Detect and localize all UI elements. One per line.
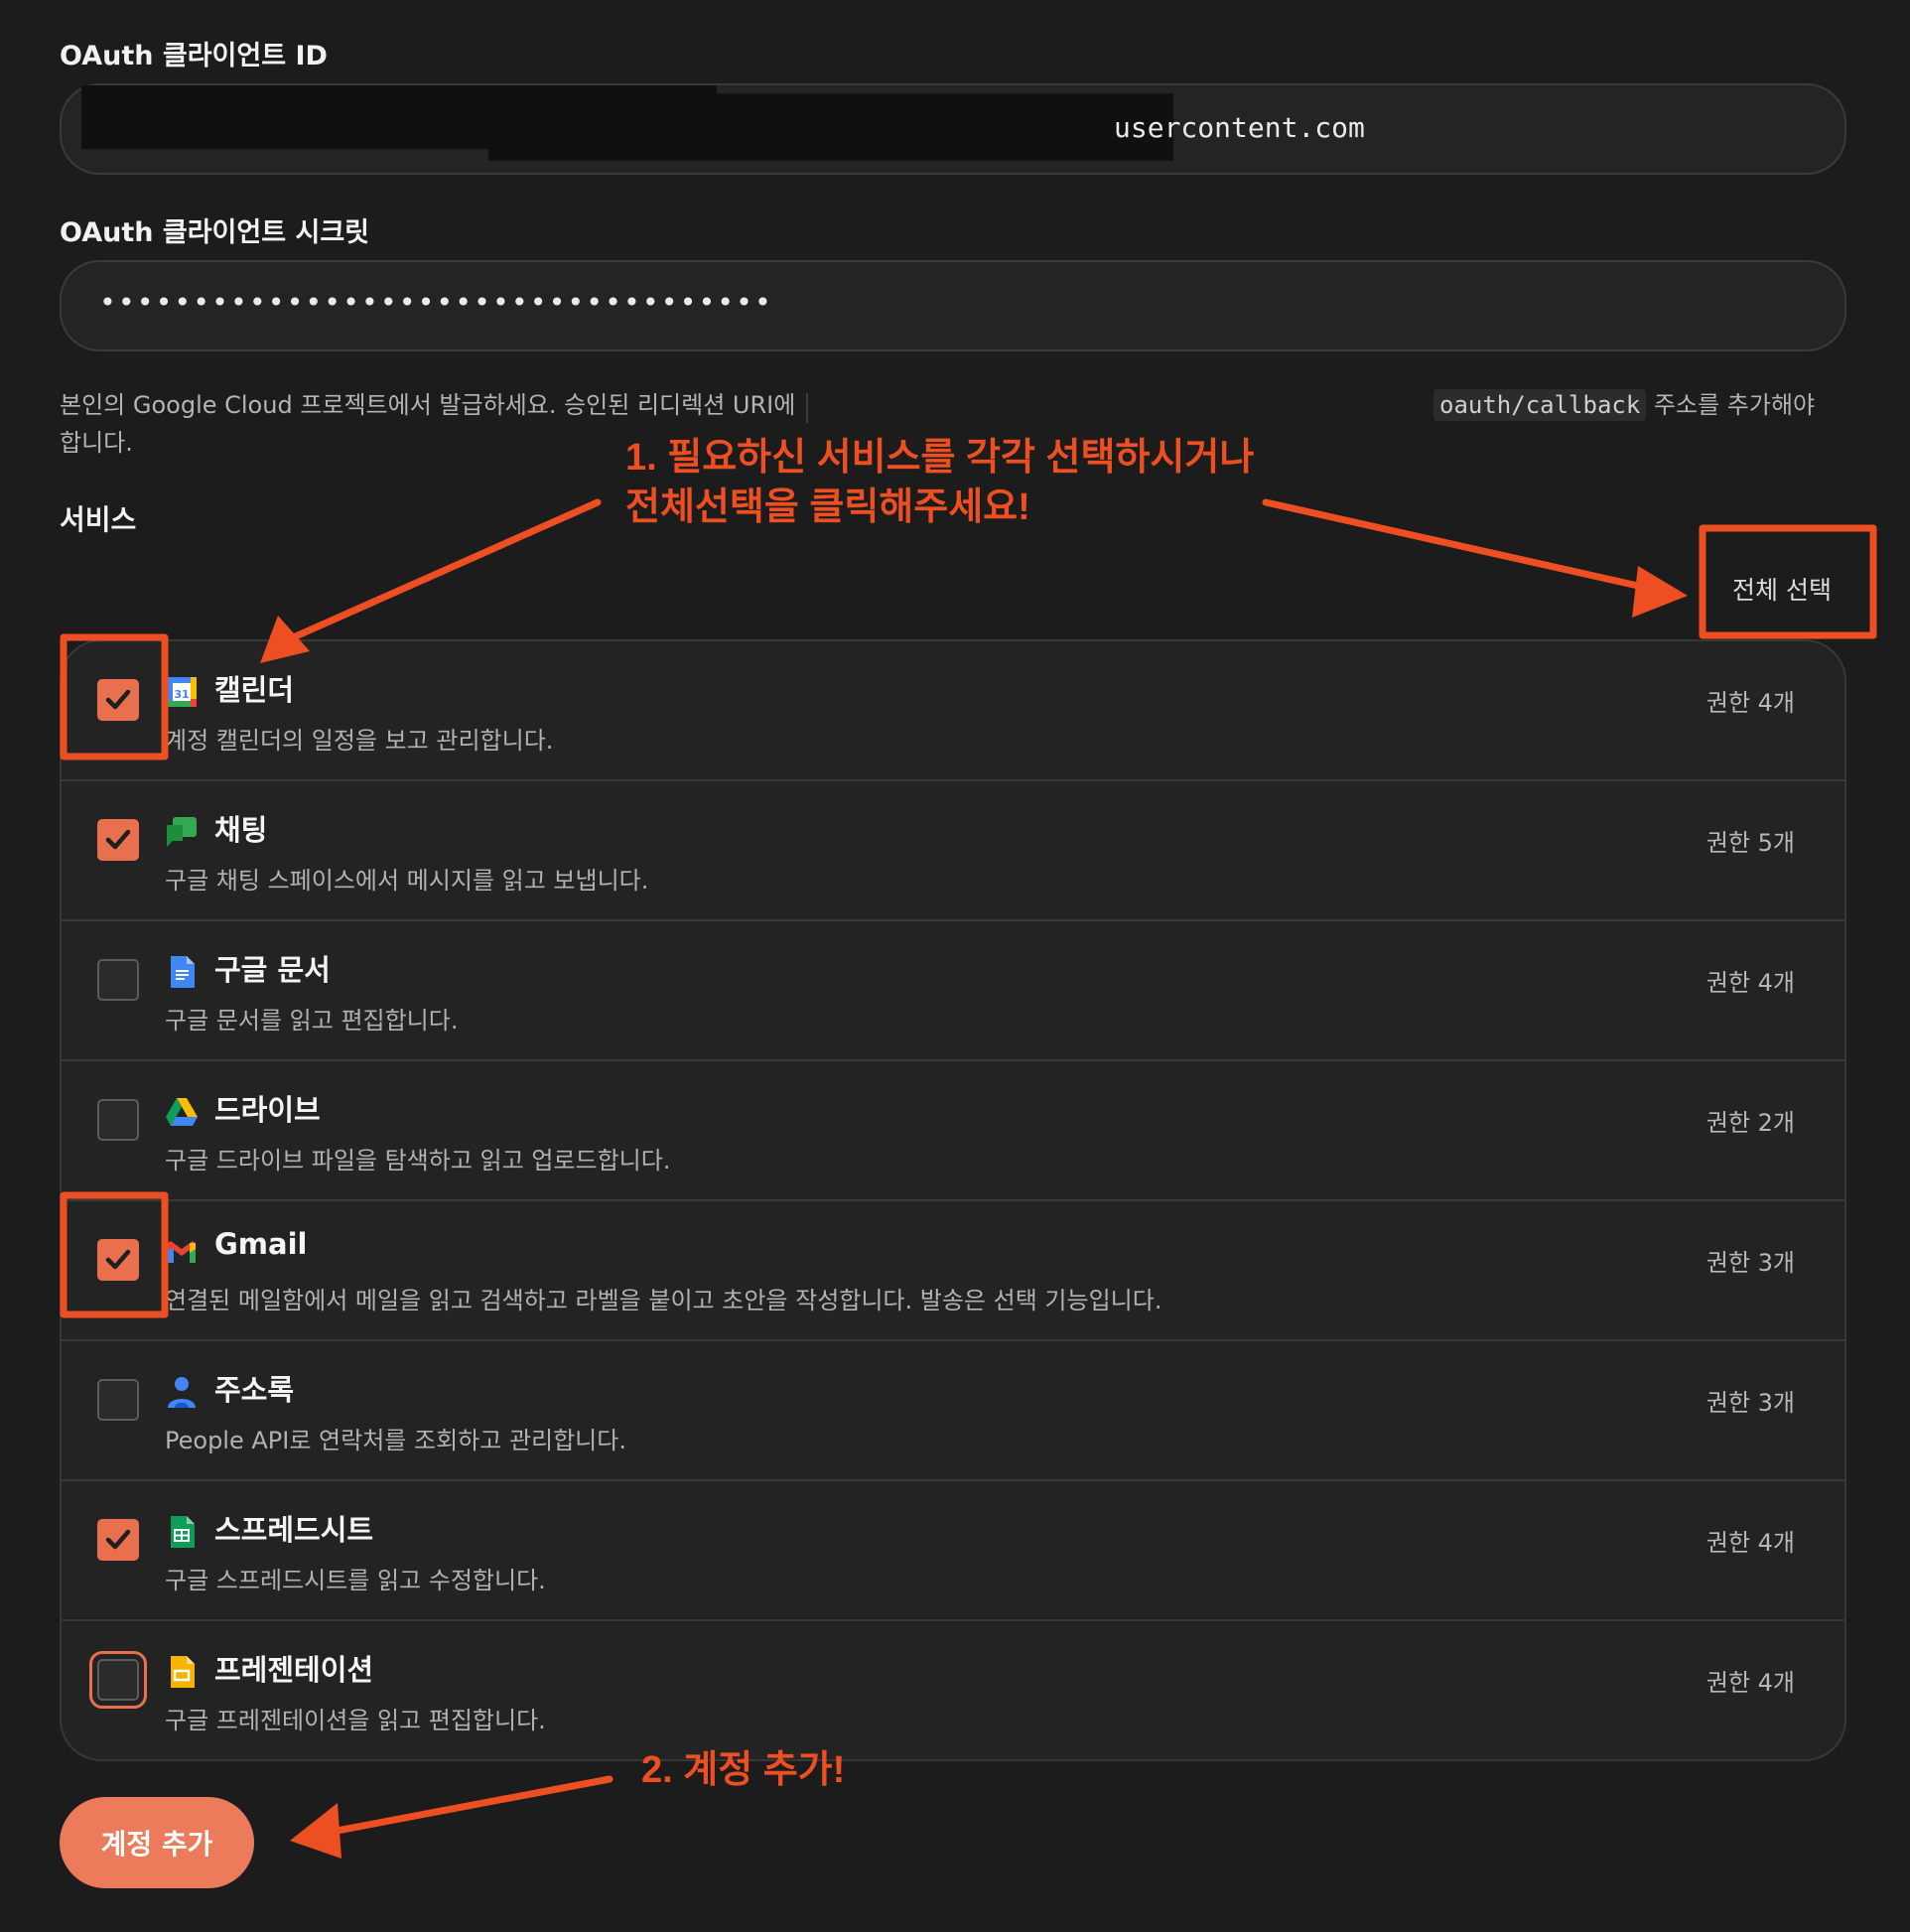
client-id-value: usercontent.com	[1114, 111, 1365, 144]
client-secret-field[interactable]: ••••••••••••••••••••••••••••••••••••	[60, 260, 1846, 351]
gmail-checkbox[interactable]	[97, 1239, 139, 1281]
service-row-sheets[interactable]: 스프레드시트 구글 스프레드시트를 읽고 수정합니다. 권한 4개	[62, 1481, 1844, 1621]
calendar-description: 계정 캘린더의 일정을 보고 관리합니다.	[165, 727, 554, 755]
help-callback: oauth/callback 주소를 추가해야	[1433, 385, 1815, 425]
calendar-name: 캘린더	[214, 673, 295, 707]
help-text-prefix: 본인의 Google Cloud 프로젝트에서 발급하세요. 승인된 리디렉션 …	[60, 391, 796, 419]
svg-text:31: 31	[174, 688, 189, 701]
gmail-permission-count: 권한 3개	[1705, 1249, 1795, 1277]
gmail-icon	[168, 1241, 196, 1263]
slides-icon	[171, 1656, 195, 1688]
text-caret	[806, 393, 808, 423]
docs-icon	[171, 956, 195, 988]
service-row-contacts[interactable]: 주소록 People API로 연락처를 조회하고 관리합니다. 권한 3개	[62, 1341, 1844, 1481]
chat-icon	[167, 817, 197, 847]
redacted-block	[488, 93, 1173, 161]
chat-permission-count: 권한 5개	[1705, 829, 1795, 857]
sheets-permission-count: 권한 4개	[1705, 1529, 1795, 1557]
docs-checkbox[interactable]	[97, 959, 139, 1001]
docs-description: 구글 문서를 읽고 편집합니다.	[165, 1007, 459, 1035]
checkmark-icon	[105, 689, 131, 710]
drive-checkbox[interactable]	[97, 1099, 139, 1141]
checkmark-icon	[105, 829, 131, 850]
service-row-docs[interactable]: 구글 문서 구글 문서를 읽고 편집합니다. 권한 4개	[62, 921, 1844, 1061]
service-row-gmail[interactable]: Gmail 연결된 메일함에서 메일을 읽고 검색하고 라벨을 붙이고 초안을 …	[62, 1201, 1844, 1341]
client-secret-label: OAuth 클라이언트 시크릿	[60, 217, 369, 248]
annotation-step1-line1: 1. 필요하신 서비스를 각각 선택하시거나	[625, 437, 1255, 479]
service-row-calendar[interactable]: 31 캘린더 계정 캘린더의 일정을 보고 관리합니다. 권한 4개	[62, 641, 1844, 781]
drive-icon	[166, 1098, 198, 1126]
sheets-name: 스프레드시트	[214, 1513, 374, 1547]
calendar-icon: 31	[167, 677, 197, 707]
annotation-step1: 1. 필요하신 서비스를 각각 선택하시거나 전체선택을 클릭해주세요!	[625, 433, 1254, 532]
services-list: 31 캘린더 계정 캘린더의 일정을 보고 관리합니다. 권한 4개 채팅 구글…	[60, 639, 1846, 1761]
add-account-button[interactable]: 계정 추가	[60, 1797, 254, 1888]
slides-permission-count: 권한 4개	[1705, 1669, 1795, 1697]
checkmark-icon	[105, 1529, 131, 1550]
chat-checkbox[interactable]	[97, 819, 139, 861]
service-row-drive[interactable]: 드라이브 구글 드라이브 파일을 탐색하고 읽고 업로드합니다. 권한 2개	[62, 1061, 1844, 1201]
sheets-description: 구글 스프레드시트를 읽고 수정합니다.	[165, 1567, 546, 1594]
slides-checkbox[interactable]	[89, 1651, 147, 1709]
slides-description: 구글 프레젠테이션을 읽고 편집합니다.	[165, 1707, 546, 1734]
annotation-step2: 2. 계정 추가!	[641, 1749, 846, 1791]
drive-permission-count: 권한 2개	[1705, 1109, 1795, 1137]
callback-code: oauth/callback	[1433, 389, 1647, 421]
arrowhead-icon	[1632, 566, 1688, 618]
help-text-suffix: 주소를 추가해야	[1646, 391, 1816, 419]
sheets-icon	[171, 1516, 195, 1548]
service-row-slides[interactable]: 프레젠테이션 구글 프레젠테이션을 읽고 편집합니다. 권한 4개	[62, 1621, 1844, 1759]
drive-description: 구글 드라이브 파일을 탐색하고 읽고 업로드합니다.	[165, 1147, 671, 1174]
contacts-description: People API로 연락처를 조회하고 관리합니다.	[165, 1427, 626, 1454]
docs-permission-count: 권한 4개	[1705, 969, 1795, 997]
chat-description: 구글 채팅 스페이스에서 메시지를 읽고 보냅니다.	[165, 867, 649, 895]
contacts-name: 주소록	[214, 1373, 295, 1407]
gmail-name: Gmail	[214, 1227, 308, 1261]
help-text-line2: 합니다.	[60, 429, 133, 457]
sheets-checkbox[interactable]	[97, 1519, 139, 1561]
arrow-to-select-all	[1262, 498, 1660, 594]
docs-name: 구글 문서	[214, 953, 331, 987]
gmail-description: 연결된 메일함에서 메일을 읽고 검색하고 라벨을 붙이고 초안을 작성합니다.…	[165, 1287, 1162, 1314]
chat-name: 채팅	[214, 813, 268, 847]
drive-name: 드라이브	[214, 1093, 321, 1127]
select-all-button[interactable]: 전체 선택	[1732, 571, 1832, 607]
arrowhead-icon	[290, 1803, 341, 1859]
checkmark-icon	[105, 1249, 131, 1270]
client-id-field[interactable]: usercontent.com	[60, 83, 1846, 175]
arrow-to-add-account-button	[312, 1775, 614, 1839]
service-row-chat[interactable]: 채팅 구글 채팅 스페이스에서 메시지를 읽고 보냅니다. 권한 5개	[62, 781, 1844, 921]
arrow-to-calendar-checkbox	[276, 498, 602, 647]
slides-name: 프레젠테이션	[214, 1653, 374, 1687]
contacts-checkbox[interactable]	[97, 1379, 139, 1421]
contacts-icon	[168, 1377, 196, 1408]
calendar-permission-count: 권한 4개	[1705, 689, 1795, 717]
client-id-label: OAuth 클라이언트 ID	[60, 41, 328, 71]
client-secret-masked-value: ••••••••••••••••••••••••••••••••••••	[99, 286, 773, 319]
calendar-checkbox[interactable]	[97, 679, 139, 721]
services-title: 서비스	[60, 503, 137, 536]
contacts-permission-count: 권한 3개	[1705, 1389, 1795, 1417]
annotation-step1-line2: 전체선택을 클릭해주세요!	[625, 486, 1030, 528]
